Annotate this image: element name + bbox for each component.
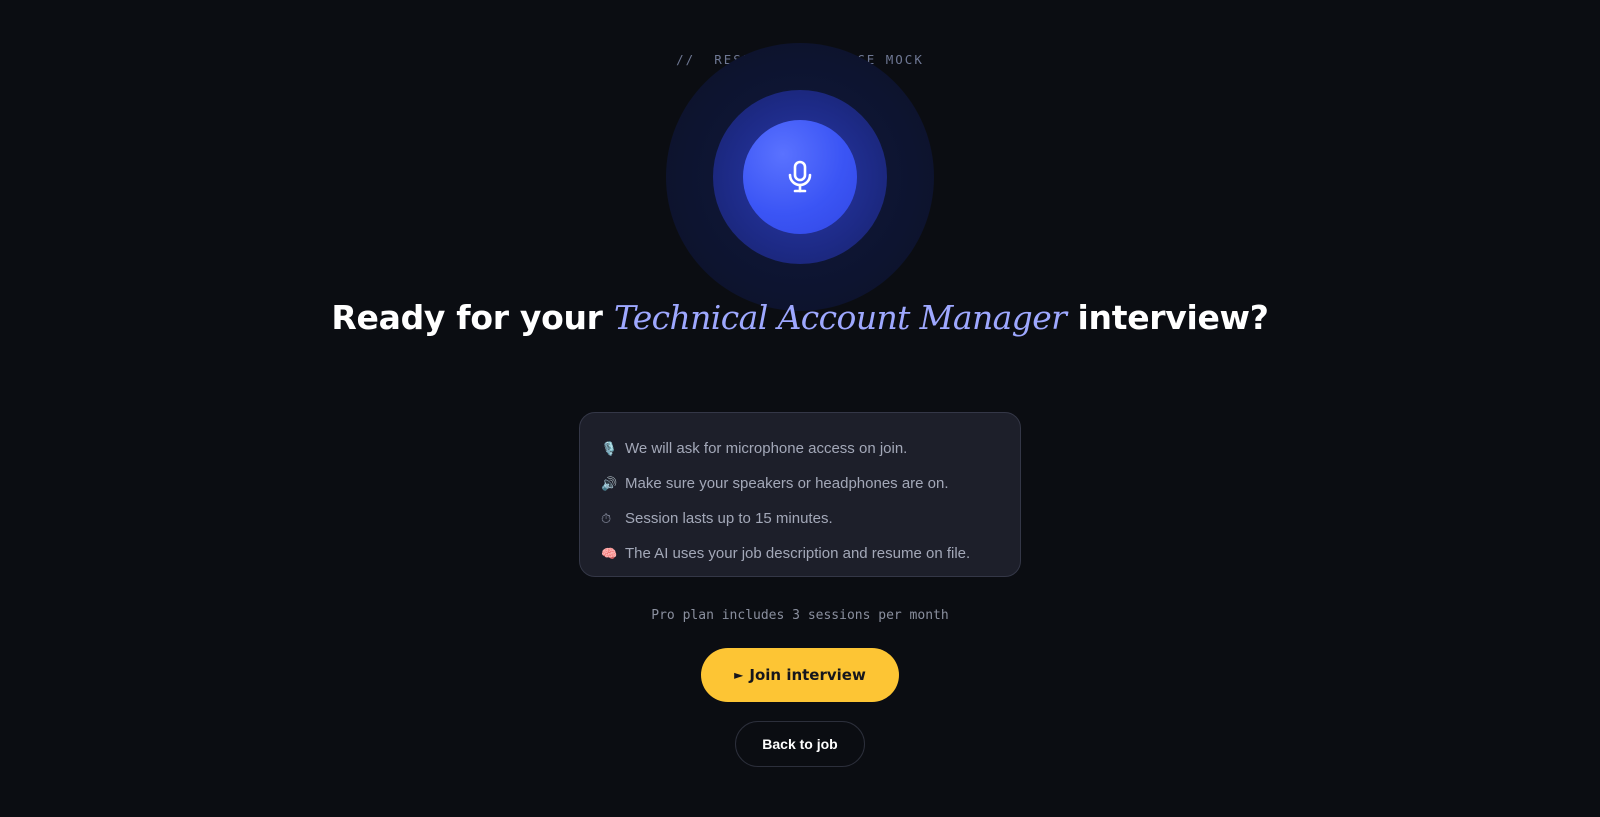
title-suffix: interview?: [1077, 298, 1269, 337]
mic-visual: [666, 43, 934, 311]
brain-icon: 🧠: [601, 545, 618, 561]
info-item-speakers: 🔊 Make sure your speakers or headphones …: [601, 466, 1000, 501]
microphone-icon: [788, 160, 812, 193]
info-item-microphone: 🎙️ We will ask for microphone access on …: [601, 431, 1000, 466]
join-interview-label: Join interview: [749, 666, 866, 684]
title-role: Technical Account Manager: [613, 298, 1067, 337]
info-item-text: Session lasts up to 15 minutes.: [625, 510, 833, 527]
speaker-icon: 🔊: [601, 475, 618, 491]
info-item-ai: 🧠 The AI uses your job description and r…: [601, 536, 1000, 571]
page-title: Ready for your Technical Account Manager…: [0, 296, 1600, 339]
info-card: 🎙️ We will ask for microphone access on …: [579, 412, 1021, 577]
title-prefix: Ready for your: [331, 298, 603, 337]
join-interview-button[interactable]: ► Join interview: [701, 648, 899, 702]
stopwatch-icon: ⏱: [601, 510, 612, 526]
play-icon: ►: [734, 668, 744, 682]
info-item-duration: ⏱ Session lasts up to 15 minutes.: [601, 501, 1000, 536]
studio-microphone-icon: 🎙️: [601, 440, 618, 456]
info-item-text: The AI uses your job description and res…: [625, 545, 971, 562]
mic-button: [743, 120, 857, 234]
info-item-text: Make sure your speakers or headphones ar…: [625, 475, 949, 492]
info-item-text: We will ask for microphone access on joi…: [625, 440, 908, 457]
plan-note: Pro plan includes 3 sessions per month: [651, 608, 949, 623]
back-to-job-button[interactable]: Back to job: [735, 721, 865, 767]
